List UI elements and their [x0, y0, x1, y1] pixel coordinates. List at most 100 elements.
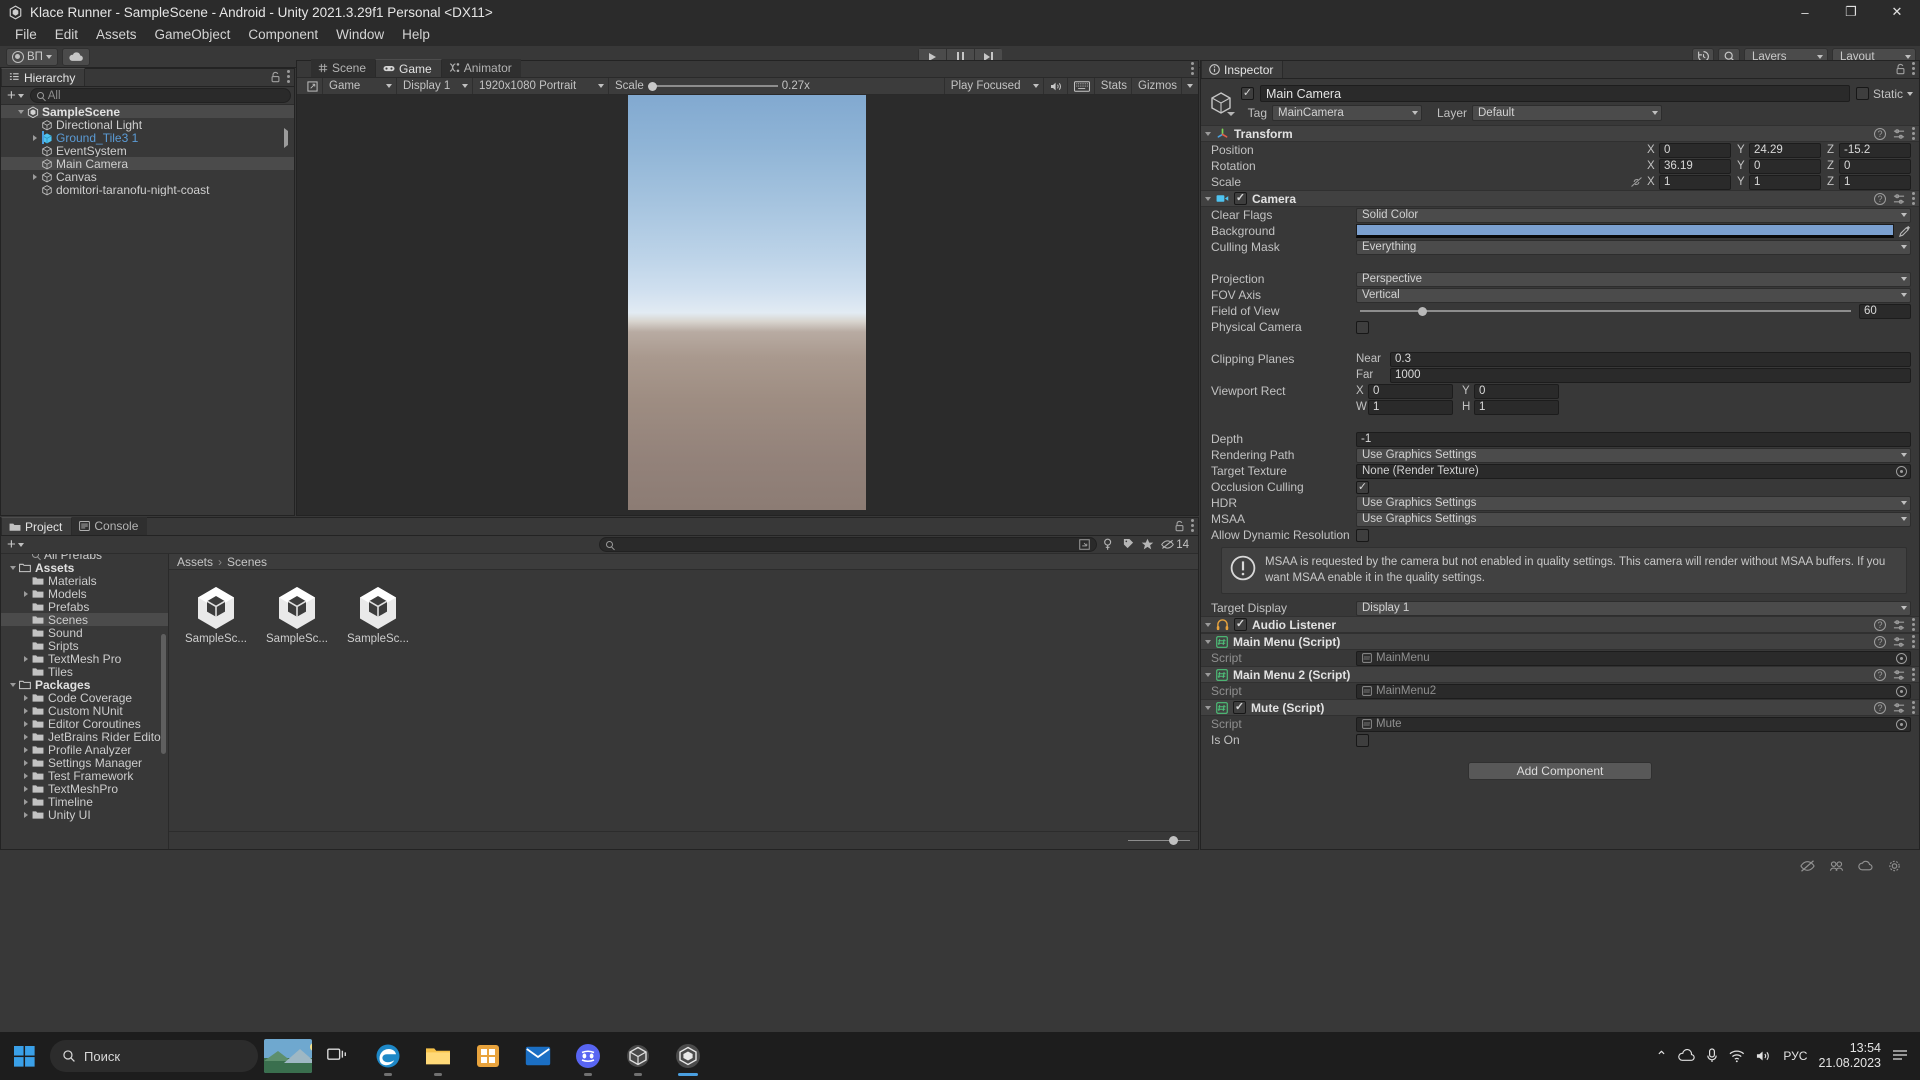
- help-icon[interactable]: ?: [1874, 701, 1886, 714]
- static-toggle[interactable]: Static: [1855, 87, 1913, 101]
- edge-icon[interactable]: [364, 1034, 412, 1078]
- mute-audio-button[interactable]: [1044, 78, 1068, 94]
- stats-button[interactable]: Stats: [1095, 78, 1133, 94]
- preset-icon[interactable]: [1893, 619, 1905, 631]
- play-mode-dropdown[interactable]: Play Focused: [943, 78, 1044, 94]
- chevron-down-icon[interactable]: [1205, 196, 1211, 201]
- chevron-right-icon[interactable]: [24, 811, 28, 818]
- task-view-icon[interactable]: [314, 1034, 362, 1078]
- component-header[interactable]: Camera?: [1201, 190, 1919, 207]
- script-field[interactable]: MainMenu2: [1356, 683, 1911, 699]
- menu-help[interactable]: Help: [393, 24, 439, 46]
- hierarchy-search-input[interactable]: All: [29, 88, 291, 103]
- preset-icon[interactable]: [1893, 702, 1905, 714]
- project-tree-item-test-framework[interactable]: Test Framework: [1, 769, 168, 783]
- chevron-down-icon[interactable]: [1205, 705, 1211, 710]
- microphone-tray-icon[interactable]: [1706, 1048, 1718, 1064]
- project-tree-item-code-coverage[interactable]: Code Coverage: [1, 691, 168, 705]
- project-tree-item-materials[interactable]: Materials: [1, 574, 168, 588]
- property-checkbox[interactable]: [1356, 320, 1369, 334]
- dropdown-field[interactable]: Use Graphics Settings: [1356, 511, 1911, 527]
- component-menu-icon[interactable]: [1912, 635, 1915, 649]
- project-tree-item-editor-coroutines[interactable]: Editor Coroutines: [1, 717, 168, 731]
- z-field[interactable]: -15.2: [1839, 142, 1911, 158]
- x-field[interactable]: 0: [1659, 142, 1731, 158]
- hierarchy-item-samplescene[interactable]: SampleScene: [1, 105, 294, 119]
- chevron-down-icon[interactable]: [10, 565, 16, 570]
- help-icon[interactable]: ?: [1874, 192, 1886, 205]
- chevron-down-icon[interactable]: [1205, 672, 1211, 677]
- chevron-right-icon[interactable]: [24, 590, 28, 597]
- object-picker-icon[interactable]: [1896, 685, 1907, 697]
- hierarchy-item-domitori-taranofu-night-coast[interactable]: domitori-taranofu-night-coast: [1, 183, 294, 196]
- store-icon[interactable]: [464, 1034, 512, 1078]
- component-enabled-checkbox[interactable]: [1234, 192, 1247, 205]
- eyedropper-icon[interactable]: [1898, 225, 1911, 238]
- layer-dropdown[interactable]: Default: [1472, 105, 1662, 121]
- menu-component[interactable]: Component: [239, 24, 327, 46]
- chevron-down-icon[interactable]: [1205, 131, 1211, 136]
- hierarchy-menu-icon[interactable]: [287, 70, 290, 83]
- tab-project[interactable]: Project: [1, 517, 73, 535]
- chevron-right-icon[interactable]: [24, 798, 28, 805]
- scale-control[interactable]: Scale 0.27x: [609, 78, 814, 94]
- preset-icon[interactable]: [1893, 636, 1905, 648]
- asset-tile[interactable]: SampleSc...: [347, 584, 409, 645]
- dropdown-field[interactable]: Use Graphics Settings: [1356, 495, 1911, 511]
- add-component-button[interactable]: Add Component: [1468, 762, 1652, 781]
- project-tree-item-scenes[interactable]: Scenes: [1, 613, 168, 627]
- project-tree-item-sripts[interactable]: Sripts: [1, 639, 168, 653]
- menu-edit[interactable]: Edit: [46, 24, 87, 46]
- chevron-down-icon[interactable]: [18, 109, 24, 114]
- constrain-proportions-icon[interactable]: [1630, 176, 1643, 188]
- lock-icon[interactable]: [270, 71, 281, 83]
- chevron-down-icon[interactable]: [1205, 622, 1211, 627]
- create-gameobject-button[interactable]: +: [4, 88, 27, 103]
- dropdown-field[interactable]: Vertical: [1356, 287, 1911, 303]
- project-tree-item-unity-ui[interactable]: Unity UI: [1, 808, 168, 822]
- asset-tile[interactable]: SampleSc...: [185, 584, 247, 645]
- component-header[interactable]: Main Menu 2 (Script)?: [1201, 666, 1919, 684]
- object-picker-icon[interactable]: [1896, 465, 1907, 477]
- settings-gear-icon[interactable]: [1887, 859, 1902, 873]
- project-tree-item-jetbrains-rider-editor[interactable]: JetBrains Rider Editor: [1, 730, 168, 744]
- dropdown-field[interactable]: Use Graphics Settings: [1356, 447, 1911, 463]
- clock[interactable]: 13:54 21.08.2023: [1818, 1041, 1881, 1071]
- tag-dropdown[interactable]: MainCamera: [1272, 105, 1422, 121]
- chevron-right-icon[interactable]: [24, 759, 28, 766]
- cloud-button[interactable]: [61, 47, 90, 66]
- y-field[interactable]: 24.29: [1749, 142, 1821, 158]
- lock-icon[interactable]: [1174, 520, 1185, 532]
- minimize-button[interactable]: –: [1782, 0, 1828, 24]
- chevron-right-icon[interactable]: [24, 746, 28, 753]
- resolution-dropdown[interactable]: 1920x1080 Portrait: [473, 78, 609, 94]
- aspect-overlay-button[interactable]: [1068, 78, 1095, 94]
- start-button[interactable]: [0, 1032, 48, 1080]
- chevron-right-icon[interactable]: [24, 772, 28, 779]
- component-menu-icon[interactable]: [1912, 192, 1915, 205]
- tab-animator[interactable]: Animator: [441, 59, 521, 77]
- dropdown-field[interactable]: Display 1: [1356, 600, 1911, 616]
- z-field[interactable]: 1: [1839, 174, 1911, 190]
- chevron-right-icon[interactable]: [33, 134, 37, 141]
- script-field[interactable]: Mute: [1356, 716, 1911, 732]
- rect-x-field[interactable]: 0: [1368, 383, 1453, 399]
- tab-game[interactable]: Game: [375, 59, 442, 77]
- chevron-right-icon[interactable]: [24, 694, 28, 701]
- chevron-right-icon[interactable]: [24, 655, 28, 662]
- y-field[interactable]: 0: [1749, 158, 1821, 174]
- fov-slider[interactable]: [1356, 304, 1855, 318]
- component-menu-icon[interactable]: [1912, 668, 1915, 682]
- hierarchy-item-directional-light[interactable]: Directional Light: [1, 118, 294, 132]
- hierarchy-item-main-camera[interactable]: Main Camera: [1, 157, 294, 171]
- tab-hierarchy[interactable]: Hierarchy: [1, 68, 86, 86]
- tab-scene[interactable]: Scene: [311, 59, 376, 77]
- help-icon[interactable]: ?: [1874, 127, 1886, 140]
- breadcrumb-assets[interactable]: Assets: [177, 555, 213, 569]
- fov-value-field[interactable]: 60: [1859, 303, 1911, 319]
- property-checkbox[interactable]: [1356, 733, 1369, 747]
- create-asset-button[interactable]: +: [4, 537, 27, 552]
- volume-tray-icon[interactable]: [1756, 1049, 1772, 1063]
- asset-tile[interactable]: SampleSc...: [266, 584, 328, 645]
- wifi-tray-icon[interactable]: [1729, 1049, 1745, 1063]
